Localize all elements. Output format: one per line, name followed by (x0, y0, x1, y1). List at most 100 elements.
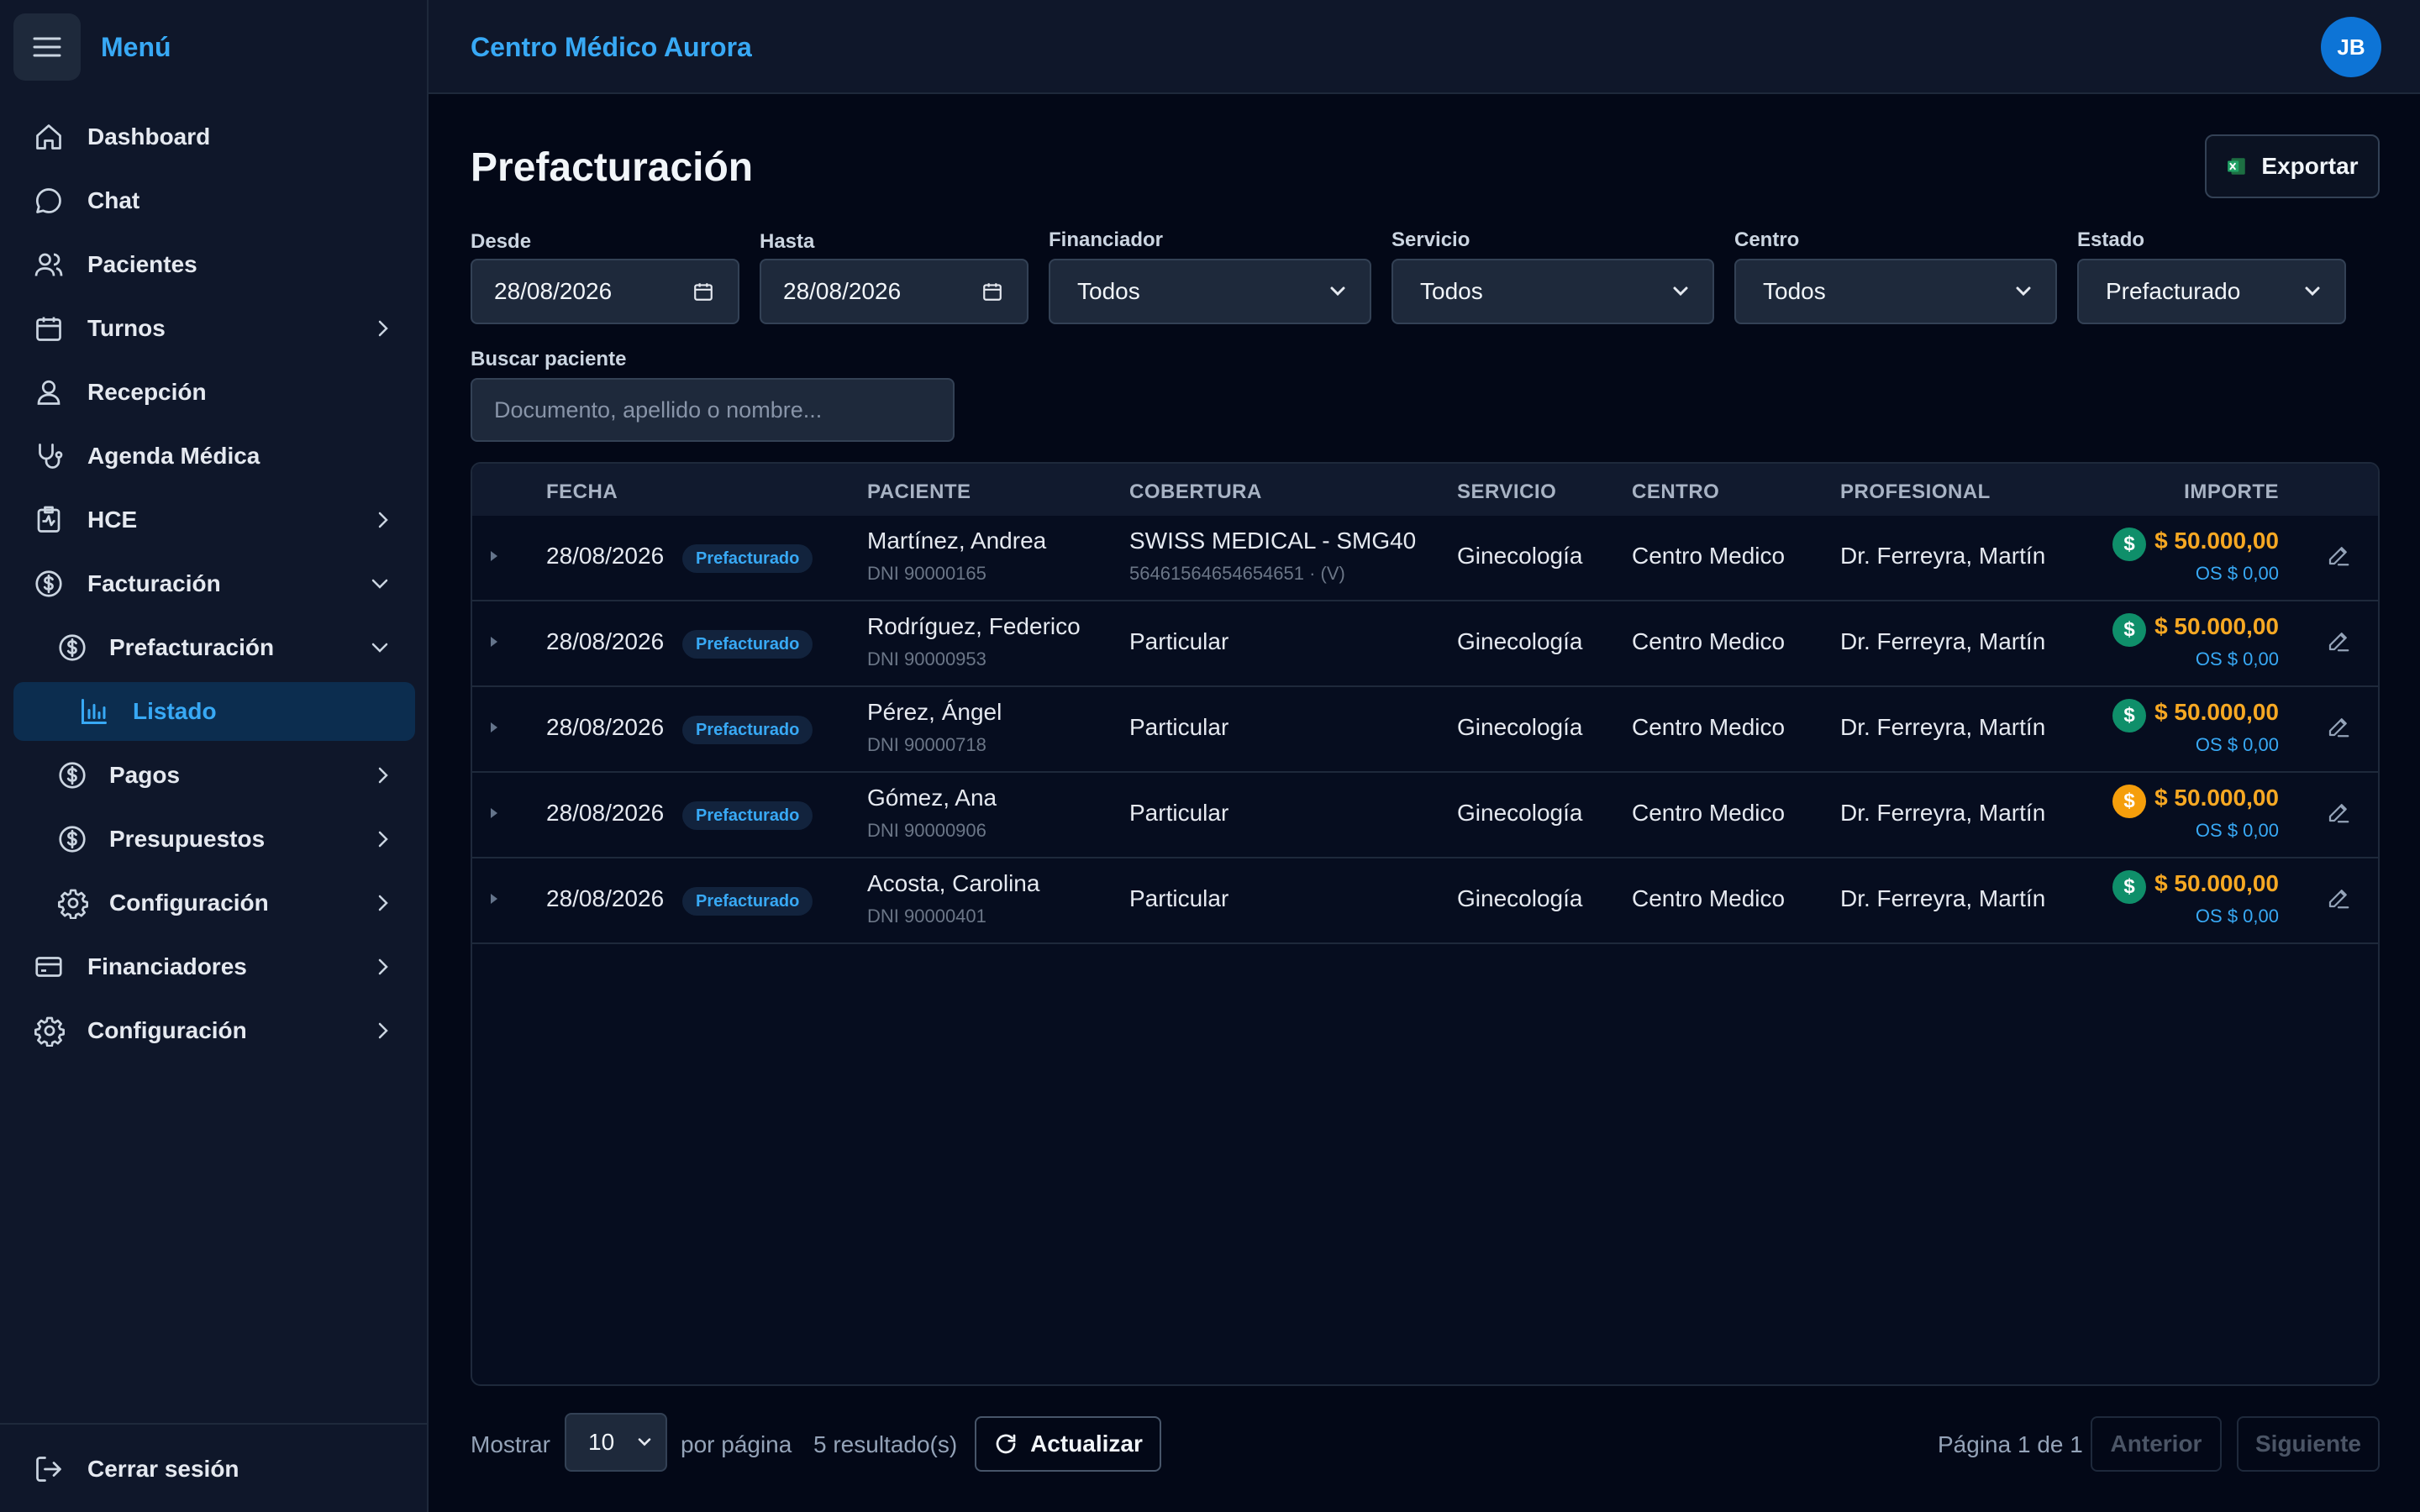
sidebar-item-financiadores[interactable]: Financiadores (13, 937, 415, 996)
cell-cobertura-detail: 56461564654654651 · (V) (1129, 563, 1345, 584)
sidebar-item-configuracion[interactable]: Configuración (13, 1001, 415, 1060)
sidebar-item-prefacturacion[interactable]: Prefacturación (13, 618, 415, 677)
sidebar-item-label: Agenda Médica (87, 443, 260, 469)
cell-dni: DNI 90000165 (867, 563, 986, 584)
servicio-select[interactable]: Todos (1392, 259, 1714, 324)
menu-title: Menú (101, 31, 171, 62)
financiador-value: Todos (1077, 278, 1140, 304)
avatar[interactable]: JB (2321, 17, 2381, 77)
payment-status-icon[interactable]: $ (2112, 785, 2146, 818)
centro-select[interactable]: Todos (1734, 259, 2057, 324)
edit-icon[interactable] (2326, 885, 2351, 911)
patient-search-input[interactable] (471, 378, 955, 442)
gear-icon (57, 887, 89, 919)
sidebar-item-pagos[interactable]: Pagos (13, 746, 415, 805)
sidebar-item-dashboard[interactable]: Dashboard (13, 108, 415, 166)
logout-button[interactable]: Cerrar sesión (13, 1440, 415, 1499)
desde-date-input[interactable]: 28/08/2026 (471, 259, 739, 324)
page-info: Página 1 de 1 (1938, 1431, 2083, 1457)
bar-chart-icon (79, 696, 109, 727)
calendar-icon[interactable] (692, 281, 714, 302)
edit-icon[interactable] (2326, 628, 2351, 654)
calendar-icon (34, 313, 64, 344)
cell-profesional: Dr. Ferreyra, Martín (1840, 543, 2046, 569)
next-page-button[interactable]: Siguiente (2237, 1416, 2380, 1472)
expand-row-icon[interactable] (491, 551, 497, 561)
expand-row-icon[interactable] (491, 894, 497, 904)
column-header-cobertura[interactable]: COBERTURA (1129, 480, 1262, 504)
column-header-importe[interactable]: IMPORTE (2184, 480, 2279, 504)
table-row[interactable]: 28/08/2026 Prefacturado Pérez, Ángel DNI 90… (472, 687, 2378, 773)
per-page-value: 10 (588, 1429, 615, 1455)
sidebar-item-label: Configuración (87, 1017, 247, 1043)
estado-label: Estado (2077, 228, 2145, 251)
cell-paciente[interactable]: Pérez, Ángel (867, 699, 1002, 726)
hamburger-menu-button[interactable] (13, 13, 81, 81)
payment-status-icon[interactable]: $ (2112, 699, 2146, 732)
sidebar-item-configuracion-facturacion[interactable]: Configuración (13, 874, 415, 932)
table-row[interactable]: 28/08/2026 Prefacturado Martínez, Andrea DN… (472, 516, 2378, 601)
cell-fecha: 28/08/2026 (546, 628, 665, 654)
cell-paciente[interactable]: Martínez, Andrea (867, 528, 1046, 554)
sidebar-item-recepcion[interactable]: Recepción (13, 363, 415, 422)
payment-status-icon[interactable]: $ (2112, 528, 2146, 561)
brand-name[interactable]: Centro Médico Aurora (471, 32, 752, 63)
table-row[interactable]: 28/08/2026 Prefacturado Acosta, Carolina DN… (472, 858, 2378, 944)
column-header-servicio[interactable]: SERVICIO (1457, 480, 1556, 504)
cell-paciente[interactable]: Gómez, Ana (867, 785, 997, 811)
edit-icon[interactable] (2326, 800, 2351, 825)
payment-status-icon[interactable]: $ (2112, 870, 2146, 904)
hasta-date-input[interactable]: 28/08/2026 (760, 259, 1028, 324)
top-bar: Centro Médico Aurora JB (429, 0, 2420, 94)
chevron-right-icon (376, 765, 390, 785)
cell-centro: Centro Medico (1632, 714, 1786, 740)
column-header-fecha[interactable]: FECHA (546, 480, 618, 504)
table-row[interactable]: 28/08/2026 Prefacturado Gómez, Ana DNI 9000… (472, 773, 2378, 858)
calendar-icon[interactable] (981, 281, 1003, 302)
previous-page-button[interactable]: Anterior (2091, 1416, 2222, 1472)
chevron-down-icon (370, 641, 390, 654)
column-header-profesional[interactable]: PROFESIONAL (1840, 480, 1991, 504)
column-header-centro[interactable]: CENTRO (1632, 480, 1719, 504)
page-title: Prefacturación (471, 145, 754, 190)
cell-servicio: Ginecología (1457, 543, 1583, 569)
sidebar-item-chat[interactable]: Chat (13, 171, 415, 230)
sidebar-item-facturacion[interactable]: Facturación (13, 554, 415, 613)
cell-fecha: 28/08/2026 (546, 800, 665, 826)
sidebar-item-agenda-medica[interactable]: Agenda Médica (13, 427, 415, 486)
sidebar-item-pacientes[interactable]: Pacientes (13, 235, 415, 294)
payment-status-icon[interactable]: $ (2112, 613, 2146, 647)
sidebar-item-presupuestos[interactable]: Presupuestos (13, 810, 415, 869)
sidebar-item-label: Listado (133, 698, 217, 724)
cell-dni: DNI 90000953 (867, 648, 986, 669)
export-button[interactable]: Exportar (2205, 134, 2380, 198)
sidebar-item-label: Pagos (109, 762, 181, 788)
sidebar-item-label: Recepción (87, 379, 207, 405)
edit-icon[interactable] (2326, 714, 2351, 739)
column-header-paciente[interactable]: PACIENTE (867, 480, 971, 504)
cell-servicio: Ginecología (1457, 800, 1583, 826)
chevron-right-icon (376, 829, 390, 849)
financiador-select[interactable]: Todos (1049, 259, 1371, 324)
refresh-button[interactable]: Actualizar (975, 1416, 1161, 1472)
sidebar-item-listado[interactable]: Listado (13, 682, 415, 741)
edit-icon[interactable] (2326, 543, 2351, 568)
cell-profesional: Dr. Ferreyra, Martín (1840, 800, 2046, 826)
cell-paciente[interactable]: Rodríguez, Federico (867, 613, 1081, 640)
users-icon (34, 249, 64, 280)
cell-paciente[interactable]: Acosta, Carolina (867, 870, 1039, 897)
cell-os-amount: OS $ 0,00 (2195, 648, 2279, 669)
table-row[interactable]: 28/08/2026 Prefacturado Rodríguez, Federic… (472, 601, 2378, 687)
expand-row-icon[interactable] (491, 808, 497, 818)
sidebar-footer: Cerrar sesión (0, 1423, 427, 1512)
chevron-right-icon (376, 510, 390, 530)
prefacturacion-table: FECHA PACIENTE COBERTURA SERVICIO CENTRO… (471, 462, 2380, 1386)
expand-row-icon[interactable] (491, 637, 497, 647)
estado-select[interactable]: Prefacturado (2077, 259, 2346, 324)
refresh-icon (993, 1431, 1018, 1457)
sidebar-item-hce[interactable]: HCE (13, 491, 415, 549)
sidebar-item-turnos[interactable]: Turnos (13, 299, 415, 358)
expand-row-icon[interactable] (491, 722, 497, 732)
per-page-select[interactable]: 10 (565, 1413, 667, 1472)
sidebar-item-label: Turnos (87, 315, 166, 341)
